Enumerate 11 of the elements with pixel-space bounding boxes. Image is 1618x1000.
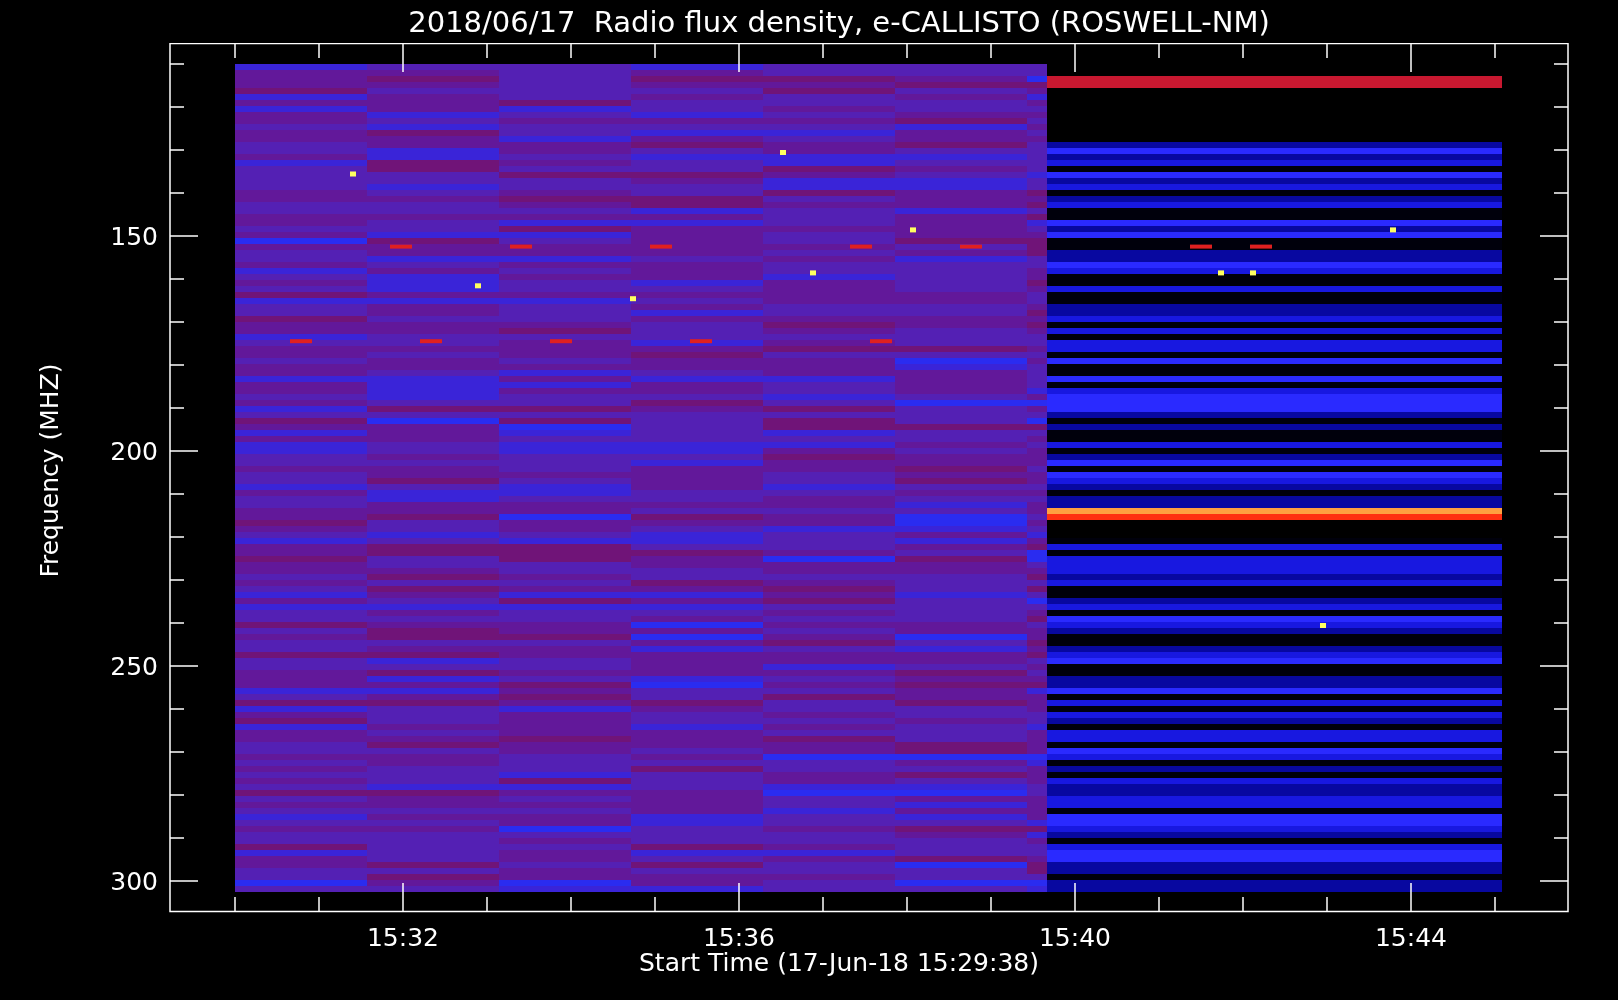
tick-label: 300 (110, 867, 158, 896)
tick-label: 15:40 (1039, 923, 1111, 948)
tick-label: 15:44 (1375, 923, 1447, 948)
tick-label: 15:32 (367, 923, 439, 948)
plot-title: 2018/06/17 Radio flux density, e-CALLISTO (ROSWELL-NM) (407, 3, 1271, 41)
tick-label: 15:36 (703, 923, 775, 948)
y-axis-title: Frequency (MHZ) (34, 363, 64, 578)
tick-label: 250 (110, 652, 158, 681)
tick-label: 150 (110, 222, 158, 251)
tick-label: 200 (110, 437, 158, 466)
x-axis-title: Start Time (17-Jun-18 15:29:38) (638, 948, 1040, 979)
